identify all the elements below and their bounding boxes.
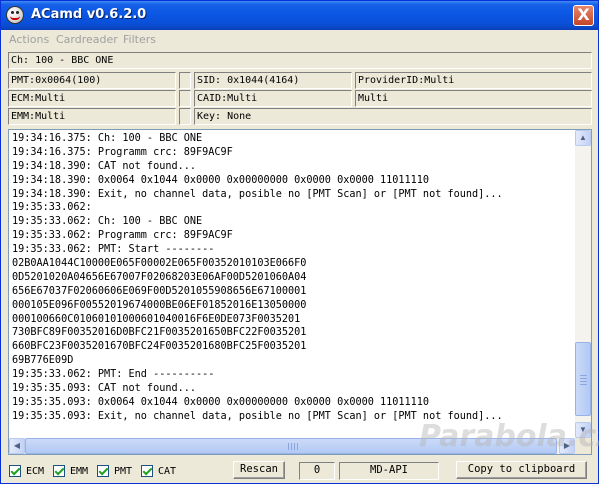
emm-field: EMM:Multi bbox=[8, 108, 176, 125]
pmt-checkbox[interactable]: PMT bbox=[97, 464, 132, 478]
log-output[interactable]: 19:34:16.375: Ch: 100 - BBC ONE 19:34:16… bbox=[8, 129, 592, 455]
ecm-checkbox-label: ECM bbox=[26, 465, 45, 477]
pmt-checkbox-label: PMT bbox=[114, 465, 133, 477]
scroll-left-button[interactable]: ◀ bbox=[9, 438, 25, 454]
scroll-up-button[interactable]: ▲ bbox=[575, 130, 591, 146]
log-line: 660BFC23F0035201670BFC24F0035201680BFC25… bbox=[12, 341, 307, 353]
log-line: 000100660C01060101000601040016F6E0DE073F… bbox=[12, 313, 301, 325]
pmt-field: PMT:0x0064(100) bbox=[8, 72, 176, 89]
main-window: ACamd v0.6.2.0 X Actions Cardreader Filt… bbox=[0, 0, 599, 484]
log-line: 19:35:35.093: 0x0064 0x1044 0x0000 0x000… bbox=[12, 396, 430, 408]
checkbox-checked-icon[interactable] bbox=[97, 465, 109, 477]
emm-checkbox[interactable]: EMM bbox=[53, 464, 88, 478]
cat-checkbox[interactable]: CAT bbox=[141, 464, 176, 478]
log-line: 02B0AA1044C10000E065F00002E065F003520101… bbox=[12, 258, 307, 270]
counter-display: 0 bbox=[299, 462, 335, 480]
vertical-scrollbar[interactable]: ▲ ▼ bbox=[575, 130, 591, 438]
pmt-indicator bbox=[179, 72, 191, 89]
caid-value-field: Multi bbox=[355, 90, 592, 107]
log-line: 69B776E09D bbox=[12, 355, 74, 367]
log-line: 19:35:33.062: PMT: Start -------- bbox=[12, 244, 215, 256]
log-line: 19:35:33.062: Programm crc: 89F9AC9F bbox=[12, 230, 233, 242]
bottom-bar: ECM EMM PMT CAT Rescan 0 MD-API Copy to … bbox=[1, 459, 598, 483]
log-line: 19:35:33.062: Ch: 100 - BBC ONE bbox=[12, 216, 203, 228]
log-lines: 19:34:16.375: Ch: 100 - BBC ONE 19:34:16… bbox=[12, 132, 570, 444]
mode-display: MD-API bbox=[339, 462, 439, 480]
emm-indicator bbox=[179, 108, 191, 125]
provider-field: ProviderID:Multi bbox=[355, 72, 592, 89]
smiley-icon bbox=[6, 6, 24, 24]
channel-field: Ch: 100 - BBC ONE bbox=[8, 52, 592, 69]
log-line: 19:34:18.390: 0x0064 0x1044 0x0000 0x000… bbox=[12, 174, 430, 186]
checkbox-checked-icon[interactable] bbox=[141, 465, 153, 477]
cat-checkbox-label: CAT bbox=[158, 465, 177, 477]
emm-checkbox-label: EMM bbox=[70, 465, 89, 477]
key-field: Key: None bbox=[194, 108, 592, 125]
log-line: 19:34:18.390: CAT not found... bbox=[12, 160, 197, 172]
menu-filters[interactable]: Filters bbox=[123, 33, 156, 46]
caid-field: CAID:Multi bbox=[194, 90, 352, 107]
log-line: 19:35:33.062: PMT: End ---------- bbox=[12, 369, 215, 381]
log-line: 730BFC89F00352016D0BFC21F0035201650BFC22… bbox=[12, 327, 307, 339]
ecm-indicator bbox=[179, 90, 191, 107]
rescan-button[interactable]: Rescan bbox=[233, 461, 285, 479]
menu-bar: Actions Cardreader Filters bbox=[1, 30, 598, 50]
menu-actions[interactable]: Actions bbox=[9, 33, 49, 46]
ecm-field: ECM:Multi bbox=[8, 90, 176, 107]
log-line: 19:34:16.375: Programm crc: 89F9AC9F bbox=[12, 146, 233, 158]
log-line: 19:35:33.062: bbox=[12, 202, 92, 214]
log-line: 0D5201020A04656E67007F02068203E06AF00D52… bbox=[12, 271, 307, 283]
window-title: ACamd v0.6.2.0 bbox=[31, 7, 147, 22]
copy-to-clipboard-button[interactable]: Copy to clipboard bbox=[456, 461, 587, 479]
log-line: 19:34:18.390: Exit, no channel data, pos… bbox=[12, 188, 503, 200]
close-button[interactable]: X bbox=[573, 5, 594, 26]
log-line: 19:35:35.093: CAT not found... bbox=[12, 383, 197, 395]
checkbox-checked-icon[interactable] bbox=[9, 465, 21, 477]
log-line: 000105E096F00552019674000BE06EF01852016E… bbox=[12, 299, 307, 311]
menu-cardreader[interactable]: Cardreader bbox=[56, 33, 118, 46]
log-line: 656E67037F02060606E069F00D5201055908656E… bbox=[12, 285, 307, 297]
vertical-scroll-thumb[interactable] bbox=[575, 342, 591, 416]
log-line: 19:34:16.375: Ch: 100 - BBC ONE bbox=[12, 133, 203, 144]
checkbox-checked-icon[interactable] bbox=[53, 465, 65, 477]
watermark-logo: Parabola.cz bbox=[419, 419, 599, 454]
ecm-checkbox[interactable]: ECM bbox=[9, 464, 44, 478]
sid-field: SID: 0x1044(4164) bbox=[194, 72, 352, 89]
title-bar[interactable]: ACamd v0.6.2.0 X bbox=[1, 1, 598, 30]
